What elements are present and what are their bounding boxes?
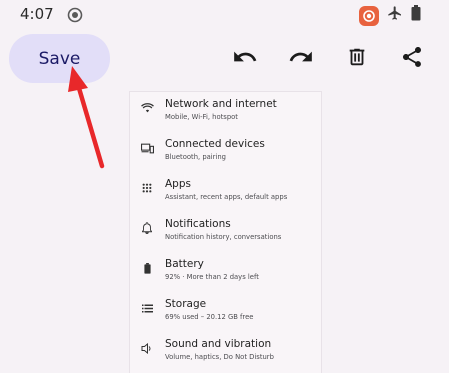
battery-status-icon xyxy=(411,5,421,26)
recording-badge-icon xyxy=(359,5,379,26)
settings-item-title: Connected devices xyxy=(165,138,265,150)
settings-item-subtitle: Bluetooth, pairing xyxy=(165,153,226,161)
settings-item-subtitle: 92% · More than 2 days left xyxy=(165,273,259,281)
status-icons xyxy=(359,5,421,26)
settings-item-battery[interactable]: Battery 92% · More than 2 days left xyxy=(130,252,321,292)
storage-icon xyxy=(140,301,154,315)
wifi-icon xyxy=(140,101,154,115)
settings-item-storage[interactable]: Storage 69% used – 20.12 GB free xyxy=(130,292,321,332)
trash-icon[interactable] xyxy=(344,44,370,70)
screen-record-icon xyxy=(67,7,83,23)
airplane-mode-icon xyxy=(387,5,403,26)
status-time: 4:07 xyxy=(20,5,54,23)
settings-item-notifications[interactable]: Notifications Notification history, conv… xyxy=(130,212,321,252)
annotation-arrow xyxy=(68,66,105,169)
settings-item-title: Notifications xyxy=(165,218,231,230)
undo-icon[interactable] xyxy=(232,44,258,70)
devices-icon xyxy=(140,141,154,155)
settings-item-sound[interactable]: Sound and vibration Volume, haptics, Do … xyxy=(130,332,321,372)
settings-screenshot-panel: Network and internet Mobile, Wi-Fi, hots… xyxy=(130,92,321,373)
bell-icon xyxy=(140,221,154,235)
settings-item-subtitle: Assistant, recent apps, default apps xyxy=(165,193,288,201)
apps-grid-icon xyxy=(140,181,154,195)
settings-item-apps[interactable]: Apps Assistant, recent apps, default app… xyxy=(130,172,321,212)
settings-item-subtitle: Notification history, conversations xyxy=(165,233,282,241)
settings-item-title: Storage xyxy=(165,298,207,310)
volume-icon xyxy=(140,341,154,355)
settings-item-subtitle: Mobile, Wi-Fi, hotspot xyxy=(165,113,238,121)
settings-item-title: Battery xyxy=(165,258,204,270)
settings-item-connected-devices[interactable]: Connected devices Bluetooth, pairing xyxy=(130,132,321,172)
share-icon[interactable] xyxy=(399,44,425,70)
settings-item-network[interactable]: Network and internet Mobile, Wi-Fi, hots… xyxy=(130,92,321,132)
settings-item-title: Network and internet xyxy=(165,98,277,110)
settings-item-subtitle: 69% used – 20.12 GB free xyxy=(165,313,254,321)
settings-item-title: Apps xyxy=(165,178,191,190)
settings-item-title: Sound and vibration xyxy=(165,338,272,350)
redo-icon[interactable] xyxy=(288,44,314,70)
status-bar: 4:07 xyxy=(0,0,449,30)
settings-item-subtitle: Volume, haptics, Do Not Disturb xyxy=(165,353,274,361)
battery-icon xyxy=(140,261,154,275)
